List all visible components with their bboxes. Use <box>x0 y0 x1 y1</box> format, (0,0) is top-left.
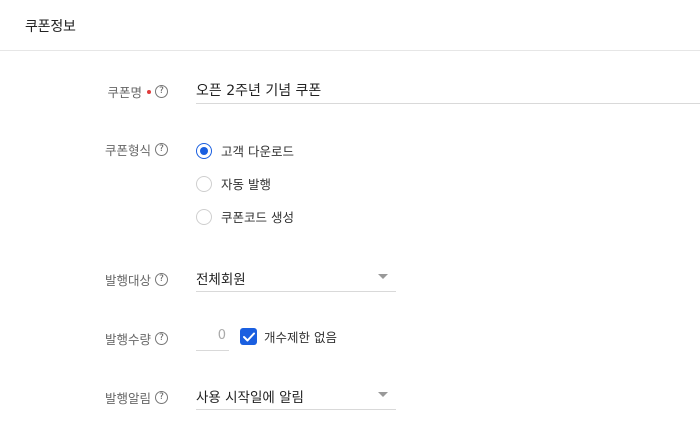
quantity-label-group: 발행수량 ? <box>105 329 168 348</box>
notify-select[interactable]: 사용 시작일에 알림 <box>196 384 396 410</box>
radio-coupon-code[interactable]: 쿠폰코드 생성 <box>196 207 294 226</box>
quantity-label: 발행수량 <box>104 332 151 347</box>
checkbox[interactable] <box>240 328 257 345</box>
required-marker <box>147 89 151 94</box>
target-selected-value: 전체회원 <box>196 272 246 288</box>
radio-label: 자동 발행 <box>221 177 271 192</box>
coupon-type-label-group: 쿠폰형식 ? <box>105 140 168 159</box>
coupon-name-input[interactable]: 오픈 2주년 기념 쿠폰 <box>196 78 700 104</box>
unlimited-label: 개수제한 없음 <box>264 330 337 345</box>
notify-label-group: 발행알림 ? <box>105 388 168 407</box>
quantity-input[interactable]: 0 <box>196 325 229 351</box>
help-icon[interactable]: ? <box>155 273 168 286</box>
check-icon <box>242 332 255 341</box>
coupon-type-label: 쿠폰형식 <box>104 143 151 158</box>
target-label: 발행대상 <box>104 273 151 288</box>
radio-label: 고객 다운로드 <box>221 144 294 159</box>
section-title: 쿠폰정보 <box>25 19 76 35</box>
unlimited-checkbox[interactable]: 개수제한 없음 <box>240 327 337 346</box>
coupon-name-label: 쿠폰명 <box>107 85 142 100</box>
chevron-down-icon <box>378 274 388 279</box>
notify-label: 발행알림 <box>104 391 151 406</box>
radio-auto-issue[interactable]: 자동 발행 <box>196 174 271 193</box>
target-label-group: 발행대상 ? <box>105 270 168 289</box>
radio-customer-download[interactable]: 고객 다운로드 <box>196 141 294 160</box>
notify-selected-value: 사용 시작일에 알림 <box>196 390 304 406</box>
radio-button[interactable] <box>196 175 212 192</box>
help-icon[interactable]: ? <box>155 391 168 404</box>
chevron-down-icon <box>378 392 388 397</box>
help-icon[interactable]: ? <box>155 332 168 345</box>
radio-button[interactable] <box>196 142 212 159</box>
target-select[interactable]: 전체회원 <box>196 266 396 292</box>
help-icon[interactable]: ? <box>155 143 168 156</box>
radio-button[interactable] <box>196 208 212 225</box>
radio-label: 쿠폰코드 생성 <box>221 210 294 225</box>
section-header: 쿠폰정보 <box>0 0 700 51</box>
help-icon[interactable]: ? <box>155 85 168 98</box>
coupon-name-label-group: 쿠폰명 ? <box>107 82 168 101</box>
